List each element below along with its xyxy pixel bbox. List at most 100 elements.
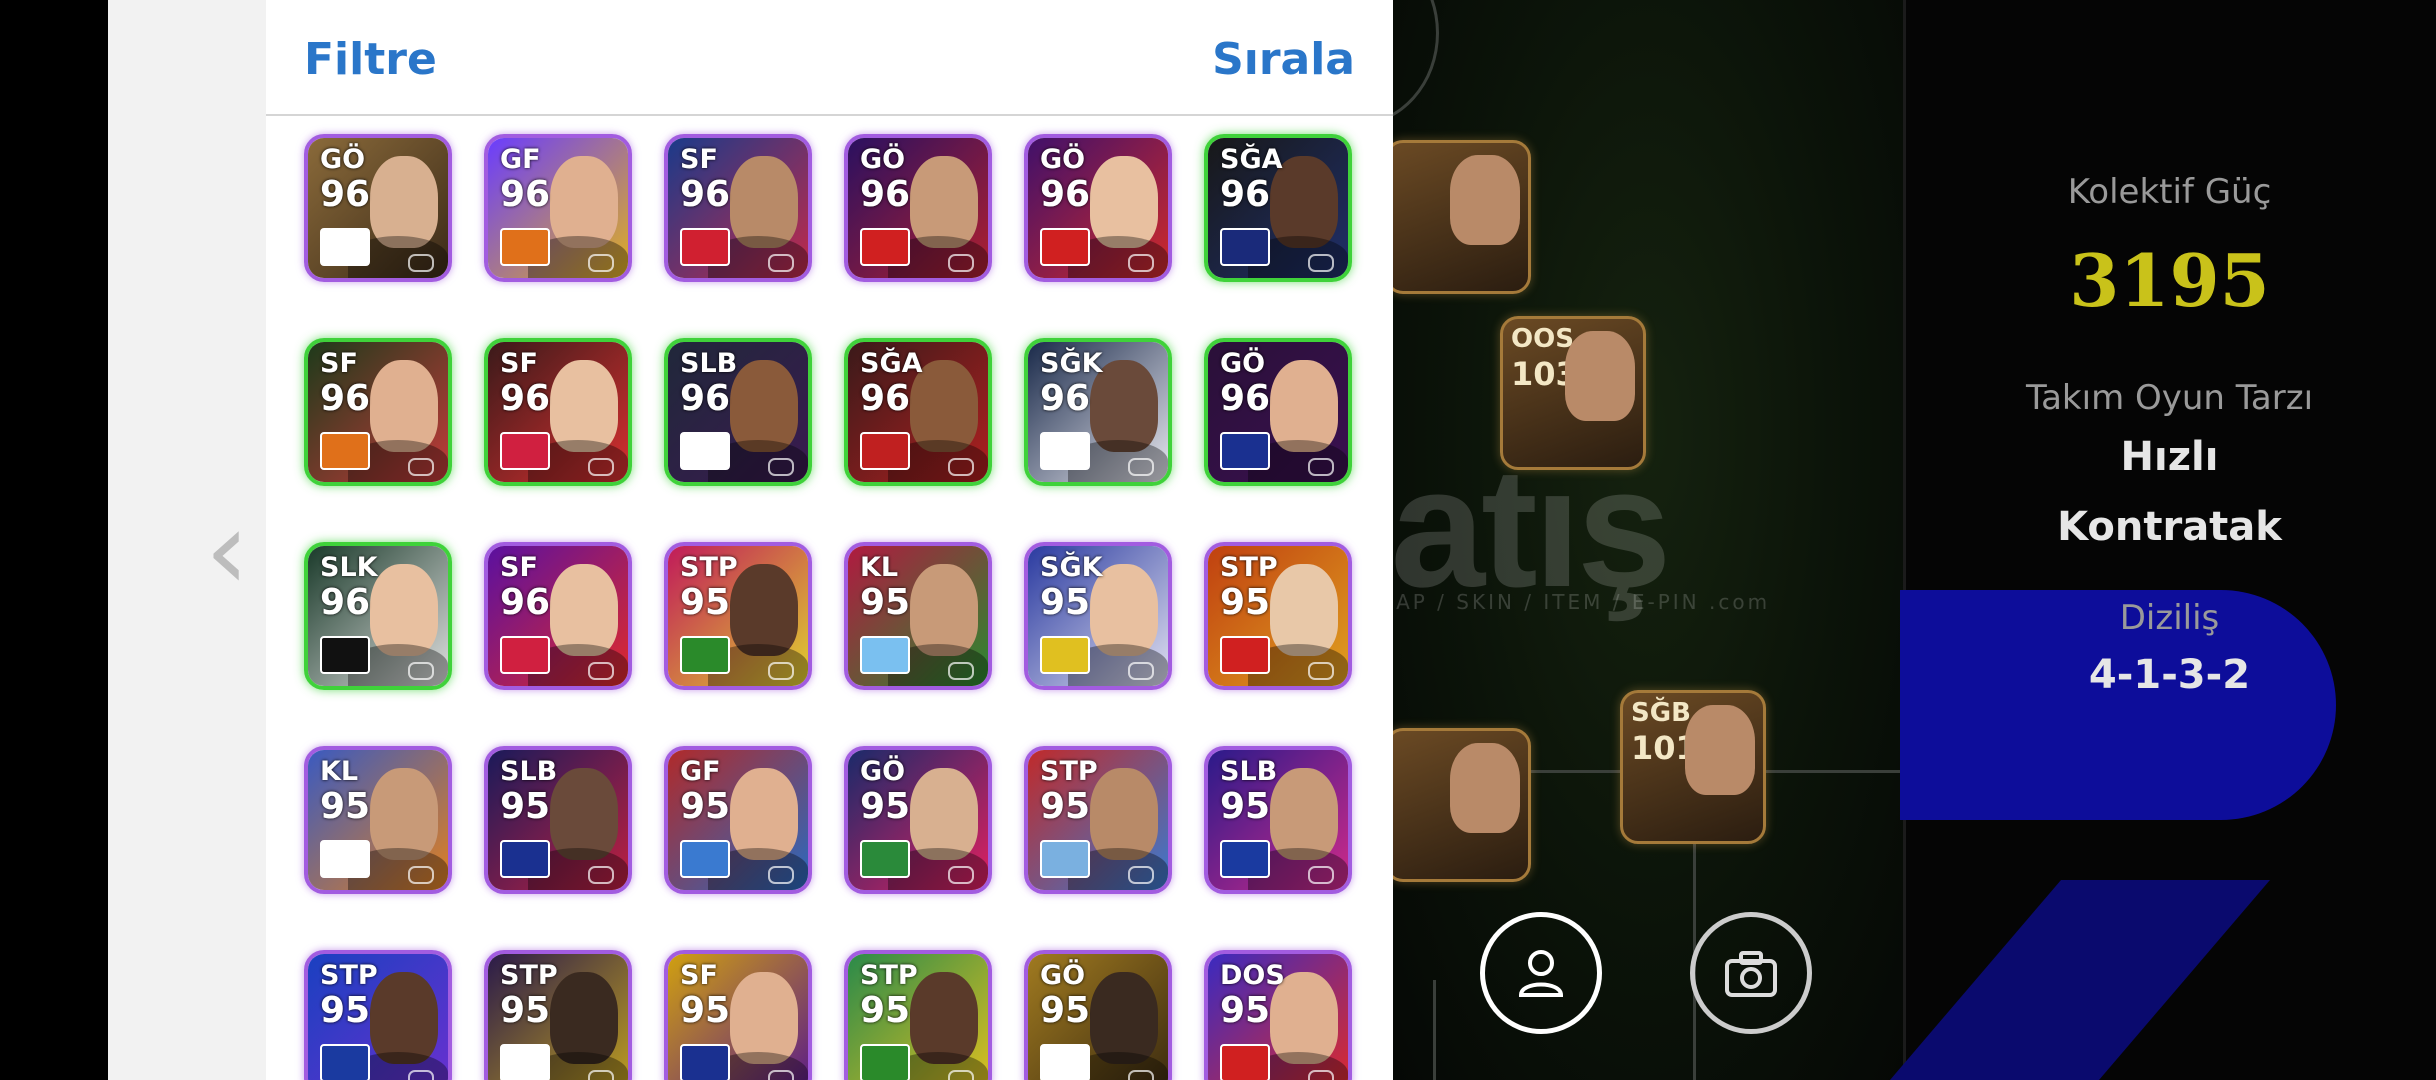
player-card[interactable]: GÖ 96 <box>1024 134 1172 282</box>
player-portrait <box>550 156 618 248</box>
collective-power-label: Kolektif Güç <box>2067 172 2272 212</box>
card-boost-icon <box>408 254 434 272</box>
player-card[interactable]: STP 95 <box>1204 542 1352 690</box>
player-card[interactable]: SLB 96 <box>664 338 812 486</box>
card-boost-icon <box>1128 1070 1154 1080</box>
player-rating: 96 <box>320 582 371 623</box>
player-card[interactable]: GÖ 95 <box>844 746 992 894</box>
camera-icon <box>1725 951 1777 997</box>
player-card[interactable]: SLK 96 <box>304 542 452 690</box>
player-card[interactable]: SF 96 <box>664 134 812 282</box>
player-card[interactable]: GÖ 96 <box>304 134 452 282</box>
player-rating: 95 <box>1220 582 1271 623</box>
card-boost-icon <box>948 254 974 272</box>
field-player-card[interactable] <box>1385 140 1531 294</box>
player-portrait <box>1450 155 1520 245</box>
player-position: GF <box>680 756 721 787</box>
card-boost-icon <box>1308 254 1334 272</box>
player-position: GÖ <box>860 144 906 175</box>
field-player-card[interactable]: SĞB 101 <box>1620 690 1766 844</box>
field-player-card[interactable] <box>1385 728 1531 882</box>
player-portrait <box>1090 972 1158 1064</box>
player-card[interactable]: STP 95 <box>1024 746 1172 894</box>
player-rating: 95 <box>680 786 731 827</box>
player-position: SLB <box>1220 756 1278 787</box>
uruguay-flag-icon <box>1040 840 1090 878</box>
player-card[interactable]: STP 95 <box>304 950 452 1080</box>
profile-button[interactable] <box>1480 912 1602 1034</box>
player-portrait <box>1450 743 1520 833</box>
chevron-left-icon[interactable]: ‹ <box>205 495 249 605</box>
player-card[interactable]: SĞA 96 <box>1204 134 1352 282</box>
card-boost-icon <box>1308 662 1334 680</box>
player-card[interactable]: GÖ 96 <box>1204 338 1352 486</box>
player-rating: 95 <box>1220 990 1271 1031</box>
player-card[interactable]: SLB 95 <box>484 746 632 894</box>
player-rating: 95 <box>320 990 371 1031</box>
player-portrait <box>1270 564 1338 656</box>
germany-flag-icon <box>320 636 370 674</box>
player-card[interactable]: STP 95 <box>844 950 992 1080</box>
player-rating: 96 <box>860 174 911 215</box>
player-card[interactable]: SF 96 <box>304 338 452 486</box>
player-card[interactable]: STP 95 <box>664 542 812 690</box>
player-card[interactable]: SĞK 96 <box>1024 338 1172 486</box>
player-card[interactable]: GÖ 95 <box>1024 950 1172 1080</box>
player-card[interactable]: SF 96 <box>484 542 632 690</box>
player-portrait <box>730 360 798 452</box>
player-position: KL <box>860 552 899 583</box>
player-rating: 96 <box>1220 174 1271 215</box>
camera-button[interactable] <box>1690 912 1812 1034</box>
player-position: GÖ <box>860 756 906 787</box>
player-card[interactable]: DOS 95 <box>1204 950 1352 1080</box>
france-flag-icon <box>320 1044 370 1080</box>
slovenia-flag-icon <box>320 840 370 878</box>
play-style-value: Hızlı <box>2120 434 2219 480</box>
player-position: SF <box>680 144 718 175</box>
player-card[interactable]: SĞK 95 <box>1024 542 1172 690</box>
player-card[interactable]: GÖ 96 <box>844 134 992 282</box>
formation-label: Diziliş <box>2119 598 2220 638</box>
player-card[interactable]: SF 95 <box>664 950 812 1080</box>
card-boost-icon <box>588 866 614 884</box>
sort-button[interactable]: Sırala <box>1212 34 1355 85</box>
player-card[interactable]: GF 95 <box>664 746 812 894</box>
hungary-flag-icon <box>860 840 910 878</box>
formation-value[interactable]: 4-1-3-2 <box>1903 652 2436 698</box>
player-card[interactable]: STP 95 <box>484 950 632 1080</box>
card-boost-icon <box>768 662 794 680</box>
card-boost-icon <box>768 458 794 476</box>
panel-header: Filtre Sırala <box>266 0 1393 116</box>
player-position: SĞA <box>1220 144 1283 175</box>
player-position: SLB <box>500 756 558 787</box>
real-madrid-crest-icon <box>320 228 370 266</box>
player-rating: 96 <box>1220 378 1271 419</box>
player-rating: 96 <box>860 378 911 419</box>
player-rating: 96 <box>500 582 551 623</box>
player-position: GÖ <box>1220 348 1266 379</box>
player-card[interactable]: KL 95 <box>844 542 992 690</box>
barcelona-crest-icon <box>1220 432 1270 470</box>
player-card[interactable]: GF 96 <box>484 134 632 282</box>
club-crest-icon <box>680 840 730 878</box>
player-card[interactable]: KL 95 <box>304 746 452 894</box>
filter-button[interactable]: Filtre <box>304 34 437 85</box>
player-card[interactable]: SF 96 <box>484 338 632 486</box>
player-card[interactable]: SĞA 96 <box>844 338 992 486</box>
card-boost-icon <box>1128 866 1154 884</box>
player-card[interactable]: SLB 95 <box>1204 746 1352 894</box>
player-portrait <box>910 768 978 860</box>
player-portrait <box>370 768 438 860</box>
player-position: SF <box>500 552 538 583</box>
card-boost-icon <box>1308 866 1334 884</box>
card-boost-icon <box>408 458 434 476</box>
arsenal-crest-icon <box>860 228 910 266</box>
collective-power-value: 3195 <box>2069 238 2270 323</box>
card-boost-icon <box>1128 254 1154 272</box>
player-portrait <box>370 156 438 248</box>
player-rating: 96 <box>1040 378 1091 419</box>
player-position: DOS <box>1220 960 1285 991</box>
card-boost-icon <box>588 1070 614 1080</box>
player-position: SF <box>680 960 718 991</box>
player-portrait <box>730 564 798 656</box>
